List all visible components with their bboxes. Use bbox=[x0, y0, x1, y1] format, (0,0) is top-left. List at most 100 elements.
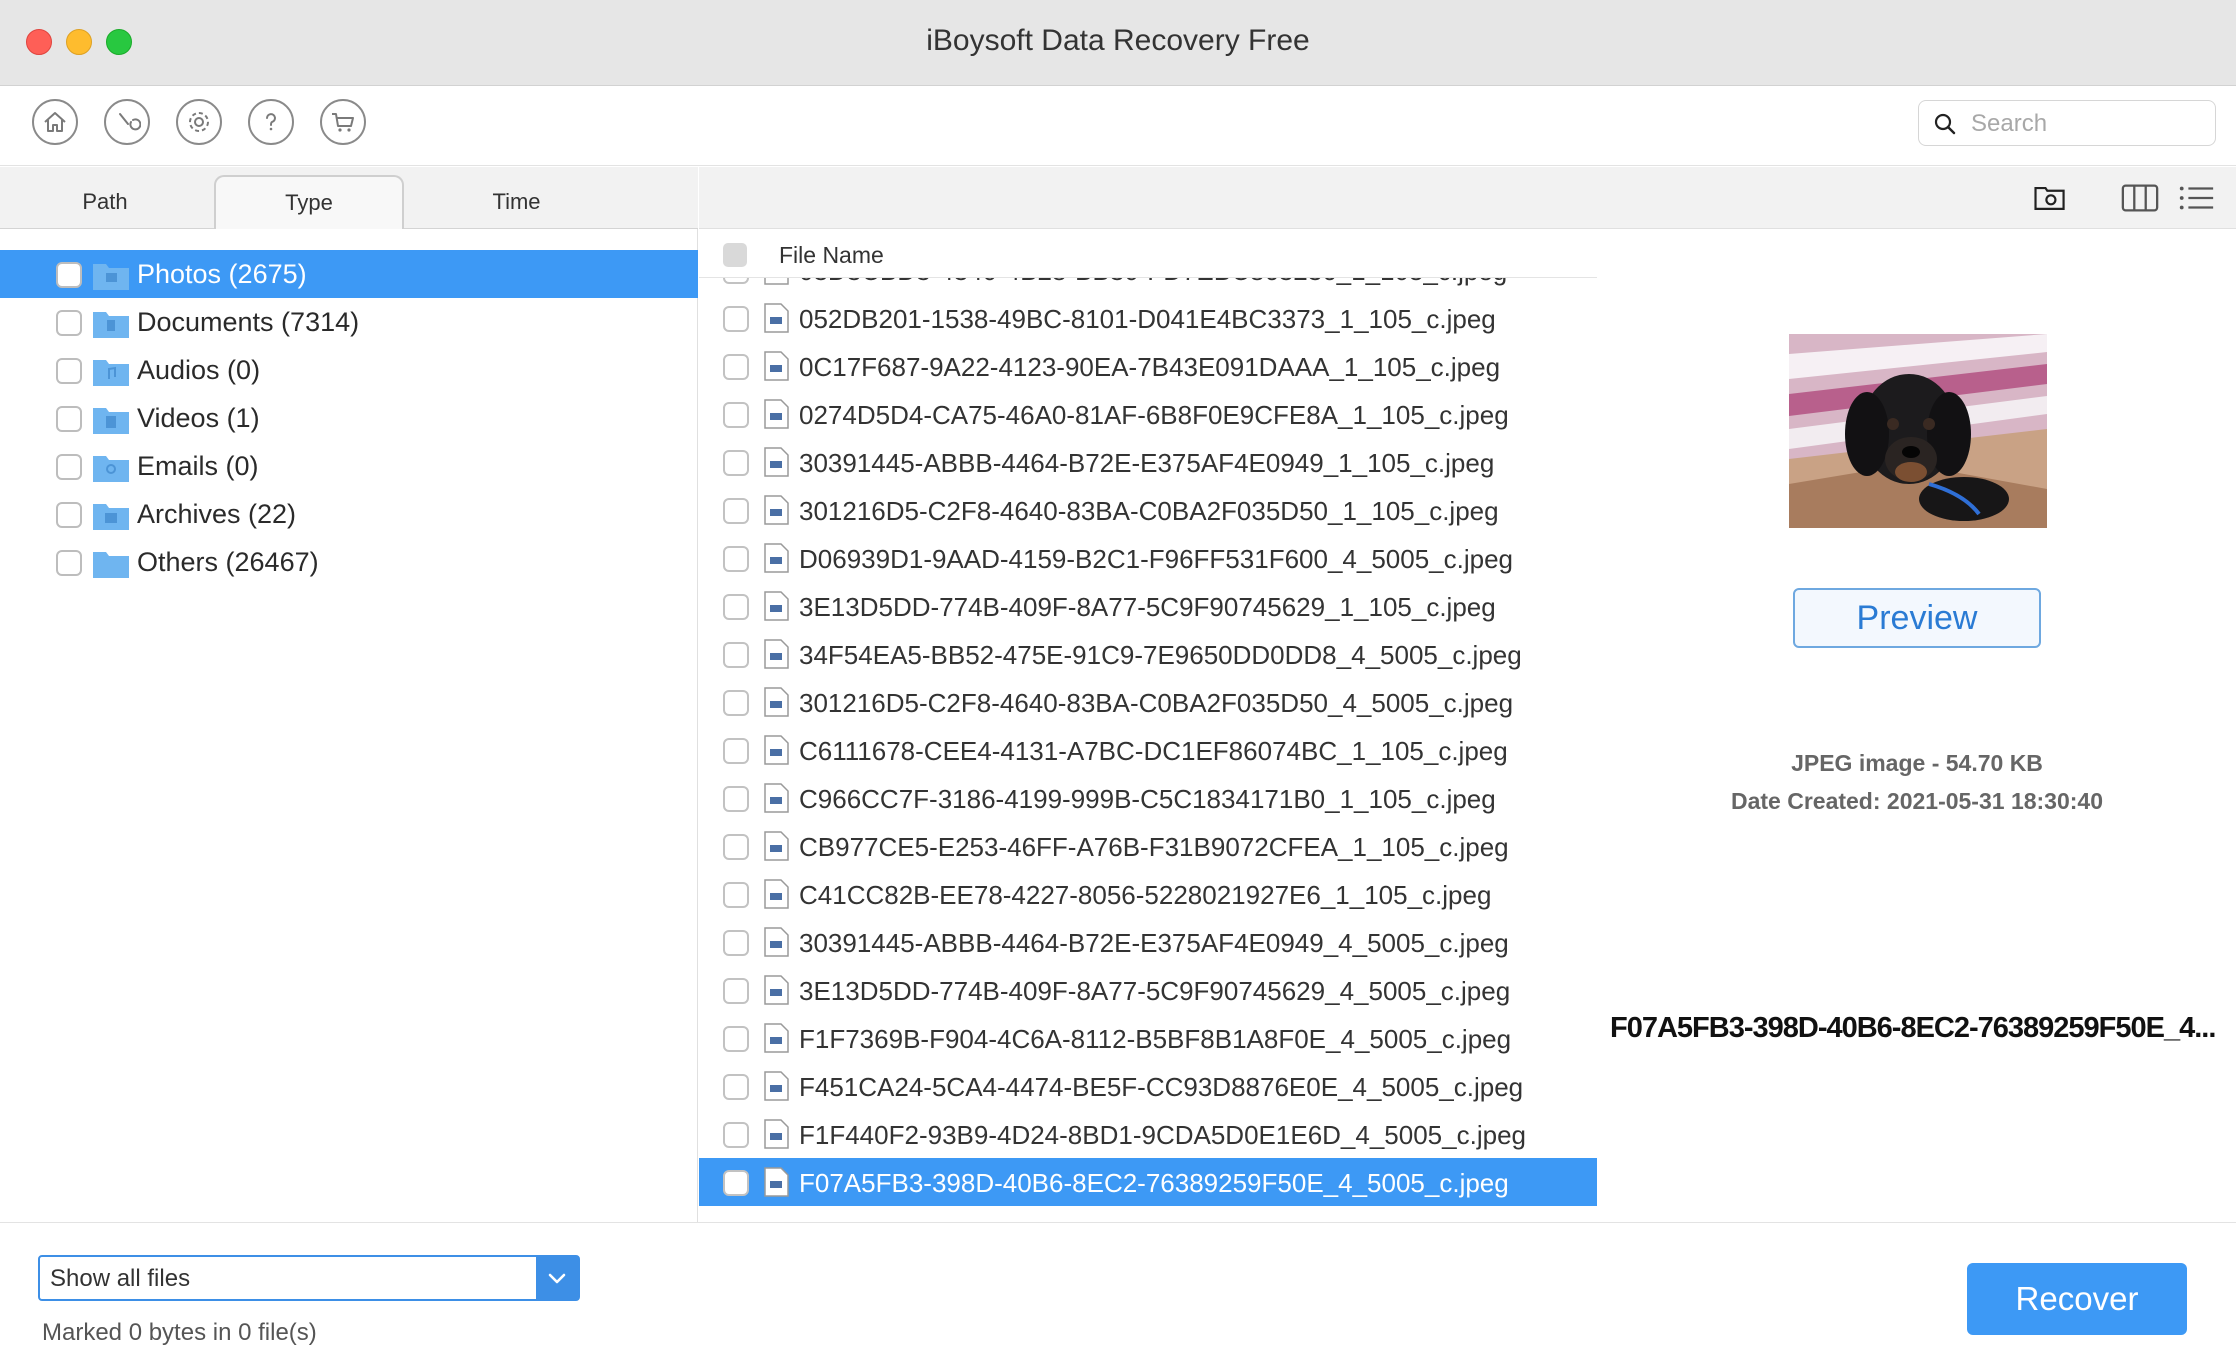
file-row[interactable]: F07A5FB3-398D-40B6-8EC2-76389259F50E_4_5… bbox=[699, 1158, 1597, 1206]
file-checkbox[interactable] bbox=[723, 1074, 749, 1100]
category-checkbox[interactable] bbox=[56, 262, 82, 288]
file-row[interactable]: 0274D5D4-CA75-46A0-81AF-6B8F0E9CFE8A_1_1… bbox=[699, 390, 1597, 438]
photo-folder-icon bbox=[93, 264, 129, 290]
question-icon bbox=[266, 113, 276, 131]
file-row[interactable]: D06939D1-9AAD-4159-B2C1-F96FF531F600_4_5… bbox=[699, 534, 1597, 582]
file-checkbox[interactable] bbox=[723, 690, 749, 716]
file-row[interactable]: F451CA24-5CA4-4474-BE5F-CC93D8876E0E_4_5… bbox=[699, 1062, 1597, 1110]
search-input[interactable] bbox=[1971, 107, 2201, 141]
preview-button[interactable]: Preview bbox=[1793, 588, 2041, 648]
file-row[interactable]: 3E13D5DD-774B-409F-8A77-5C9F90745629_1_1… bbox=[699, 582, 1597, 630]
bottom-bar: Show all files Marked 0 bytes in 0 file(… bbox=[0, 1222, 2236, 1370]
category-others[interactable]: Others (26467) bbox=[0, 538, 698, 586]
file-row[interactable]: C966CC7F-3186-4199-999B-C5C1834171B0_1_1… bbox=[699, 774, 1597, 822]
jpeg-file-icon bbox=[764, 975, 789, 1005]
recover-tool-button[interactable] bbox=[104, 99, 150, 145]
category-documents[interactable]: Documents (7314) bbox=[0, 298, 698, 346]
file-checkbox[interactable] bbox=[723, 354, 749, 380]
category-archives[interactable]: Archives (22) bbox=[0, 490, 698, 538]
file-checkbox[interactable] bbox=[723, 450, 749, 476]
file-row[interactable]: CB977CE5-E253-46FF-A76B-F31B9072CFEA_1_1… bbox=[699, 822, 1597, 870]
file-checkbox[interactable] bbox=[723, 1170, 749, 1196]
file-row[interactable]: 0C17F687-9A22-4123-90EA-7B43E091DAAA_1_1… bbox=[699, 342, 1597, 390]
archive-folder-icon bbox=[93, 504, 129, 530]
file-row[interactable]: 30391445-ABBB-4464-B72E-E375AF4E0949_1_1… bbox=[699, 438, 1597, 486]
category-checkbox[interactable] bbox=[56, 406, 82, 432]
list-view-button[interactable] bbox=[2175, 177, 2217, 219]
search-box[interactable] bbox=[1918, 100, 2216, 146]
file-checkbox[interactable] bbox=[723, 978, 749, 1004]
recover-button[interactable]: Recover bbox=[1967, 1263, 2187, 1335]
file-checkbox[interactable] bbox=[723, 834, 749, 860]
file-name: C966CC7F-3186-4199-999B-C5C1834171B0_1_1… bbox=[799, 784, 1496, 814]
preview-thumbnail bbox=[1789, 334, 2047, 528]
file-checkbox[interactable] bbox=[723, 1122, 749, 1148]
jpeg-file-icon bbox=[764, 1071, 789, 1101]
file-checkbox[interactable] bbox=[723, 882, 749, 908]
video-folder-icon bbox=[93, 408, 129, 434]
jpeg-file-icon bbox=[764, 783, 789, 813]
file-checkbox[interactable] bbox=[723, 402, 749, 428]
cart-button[interactable] bbox=[320, 99, 366, 145]
category-checkbox[interactable] bbox=[56, 310, 82, 336]
category-audios[interactable]: Audios (0) bbox=[0, 346, 698, 394]
category-checkbox[interactable] bbox=[56, 550, 82, 576]
tab-time[interactable]: Time bbox=[420, 175, 613, 229]
file-checkbox[interactable] bbox=[723, 546, 749, 572]
file-name: 03D3CBD3-4340-4B28-BB30-FD7EBC863236_1_1… bbox=[799, 278, 1507, 287]
file-row[interactable]: 3E13D5DD-774B-409F-8A77-5C9F90745629_4_5… bbox=[699, 966, 1597, 1014]
file-checkbox[interactable] bbox=[723, 930, 749, 956]
file-row[interactable]: 30391445-ABBB-4464-B72E-E375AF4E0949_4_5… bbox=[699, 918, 1597, 966]
file-name: 34F54EA5-BB52-475E-91C9-7E9650DD0DD8_4_5… bbox=[799, 640, 1522, 670]
file-name: CB977CE5-E253-46FF-A76B-F31B9072CFEA_1_1… bbox=[799, 832, 1509, 862]
home-button[interactable] bbox=[32, 99, 78, 145]
file-checkbox[interactable] bbox=[723, 594, 749, 620]
file-row[interactable]: 34F54EA5-BB52-475E-91C9-7E9650DD0DD8_4_5… bbox=[699, 630, 1597, 678]
file-checkbox[interactable] bbox=[723, 786, 749, 812]
category-videos[interactable]: Videos (1) bbox=[0, 394, 698, 442]
preview-file-name: F07A5FB3-398D-40B6-8EC2-76389259F50E_4..… bbox=[1610, 1012, 2216, 1044]
category-label: Audios (0) bbox=[137, 355, 261, 385]
file-name: F1F7369B-F904-4C6A-8112-B5BF8B1A8F0E_4_5… bbox=[799, 1024, 1512, 1054]
category-checkbox[interactable] bbox=[56, 454, 82, 480]
file-checkbox[interactable] bbox=[723, 278, 749, 284]
tab-path[interactable]: Path bbox=[0, 175, 210, 229]
jpeg-file-icon bbox=[764, 591, 789, 621]
file-checkbox[interactable] bbox=[723, 642, 749, 668]
file-row[interactable]: 052DB201-1538-49BC-8101-D041E4BC3373_1_1… bbox=[699, 294, 1597, 342]
camera-folder-icon bbox=[2034, 186, 2065, 210]
file-checkbox[interactable] bbox=[723, 1026, 749, 1052]
list-icon bbox=[2179, 186, 2214, 210]
jpeg-file-icon bbox=[764, 1167, 789, 1197]
file-name-column-header[interactable]: File Name bbox=[779, 242, 884, 269]
file-checkbox[interactable] bbox=[723, 738, 749, 764]
file-row[interactable]: 301216D5-C2F8-4640-83BA-C0BA2F035D50_1_1… bbox=[699, 486, 1597, 534]
jpeg-file-icon bbox=[764, 278, 789, 285]
file-row[interactable]: C41CC82B-EE78-4227-8056-5228021927E6_1_1… bbox=[699, 870, 1597, 918]
category-photos[interactable]: Photos (2675) bbox=[0, 250, 698, 298]
column-view-button[interactable] bbox=[2119, 177, 2161, 219]
category-emails[interactable]: Emails (0) bbox=[0, 442, 698, 490]
screenshot-button[interactable] bbox=[2029, 177, 2071, 219]
select-all-checkbox[interactable] bbox=[723, 243, 747, 267]
file-row[interactable]: 301216D5-C2F8-4640-83BA-C0BA2F035D50_4_5… bbox=[699, 678, 1597, 726]
chevron-down-icon[interactable] bbox=[536, 1257, 578, 1299]
file-row[interactable]: C6111678-CEE4-4131-A7BC-DC1EF86074BC_1_1… bbox=[699, 726, 1597, 774]
settings-button[interactable] bbox=[176, 99, 222, 145]
jpeg-file-icon bbox=[764, 639, 789, 669]
file-row[interactable]: F1F440F2-93B9-4D24-8BD1-9CDA5D0E1E6D_4_5… bbox=[699, 1110, 1597, 1158]
file-name: 30391445-ABBB-4464-B72E-E375AF4E0949_1_1… bbox=[799, 448, 1495, 478]
tab-type[interactable]: Type bbox=[214, 175, 404, 229]
file-filter-select[interactable]: Show all files bbox=[38, 1255, 580, 1301]
file-name: C41CC82B-EE78-4227-8056-5228021927E6_1_1… bbox=[799, 880, 1492, 910]
category-checkbox[interactable] bbox=[56, 358, 82, 384]
file-row[interactable]: F1F7369B-F904-4C6A-8112-B5BF8B1A8F0E_4_5… bbox=[699, 1014, 1597, 1062]
file-row[interactable]: 03D3CBD3-4340-4B28-BB30-FD7EBC863236_1_1… bbox=[699, 278, 1597, 294]
category-checkbox[interactable] bbox=[56, 502, 82, 528]
jpeg-file-icon bbox=[764, 831, 789, 861]
jpeg-file-icon bbox=[764, 399, 789, 429]
file-checkbox[interactable] bbox=[723, 498, 749, 524]
file-checkbox[interactable] bbox=[723, 306, 749, 332]
preview-date-created: Date Created: 2021-05-31 18:30:40 bbox=[1730, 788, 2104, 814]
help-button[interactable] bbox=[248, 99, 294, 145]
